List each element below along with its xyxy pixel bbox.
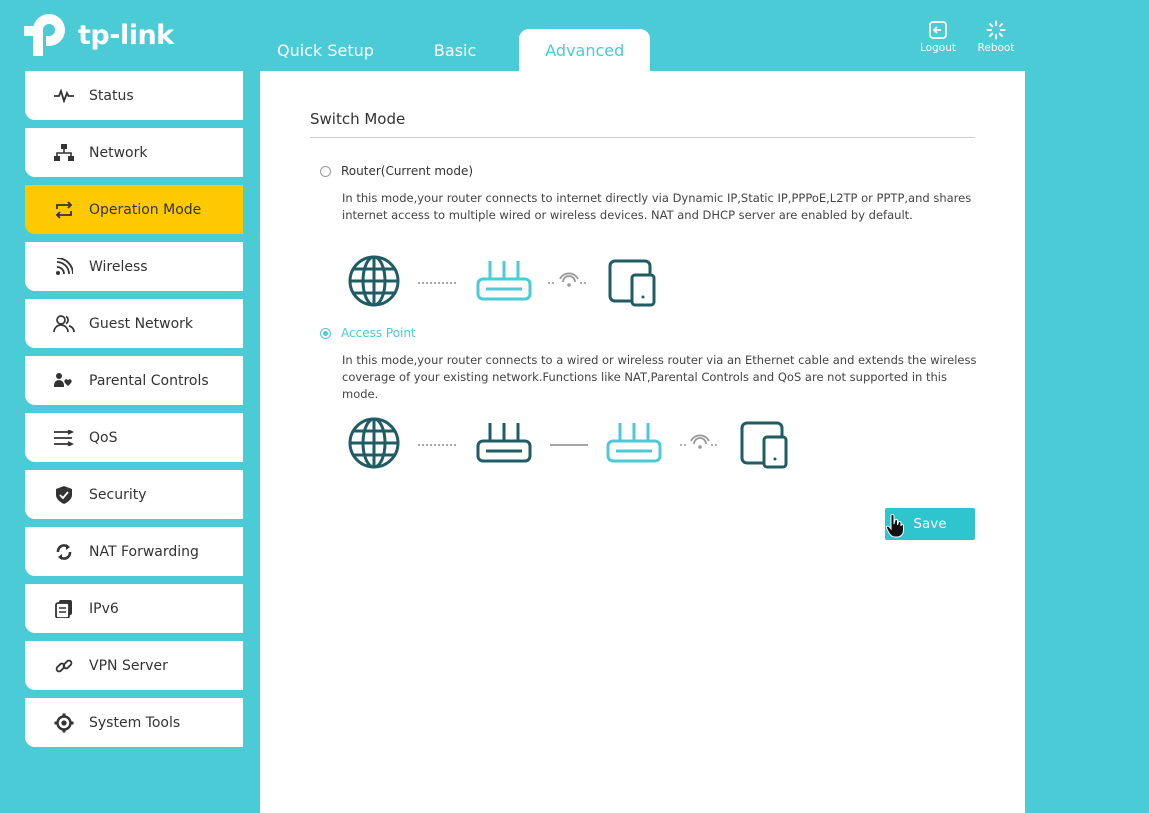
sidebar-item-guest-network[interactable]: Guest Network [25,299,243,348]
sidebar-item-status[interactable]: Status [25,71,243,120]
router-mode-label: Router(Current mode) [341,164,474,178]
ipv6-icon [53,598,75,620]
sidebar-item-label: Wireless [89,258,148,275]
reboot-icon [986,20,1006,40]
link-icon [53,655,75,677]
sidebar-nav: Status Network Operation Mode Wireless G… [25,71,243,755]
tab-quick-setup[interactable]: Quick Setup [260,29,391,71]
gear-icon [53,712,75,734]
sidebar-item-label: Network [89,144,148,161]
devices-icon [608,259,656,307]
globe-icon [348,417,400,469]
sidebar-item-security[interactable]: Security [25,470,243,519]
shield-icon [53,484,75,506]
qos-icon [53,427,75,449]
sidebar-item-vpn-server[interactable]: VPN Server [25,641,243,690]
sidebar-item-label: IPv6 [89,600,119,617]
hand-cursor-icon [886,514,904,538]
logout-button[interactable]: Logout [913,20,963,54]
sidebar-item-label: NAT Forwarding [89,543,199,560]
nat-icon [53,541,75,563]
tab-basic[interactable]: Basic [417,29,493,71]
logout-label: Logout [920,42,956,54]
sidebar-item-label: Security [89,486,147,503]
router-icon [476,261,532,301]
tp-link-logo: tp-link [24,12,174,58]
devices-icon [740,421,788,469]
router-mode-option[interactable]: Router(Current mode) [320,164,473,178]
sidebar-item-operation-mode[interactable]: Operation Mode [25,185,243,234]
sidebar-item-label: QoS [89,429,118,446]
sidebar-item-label: Parental Controls [89,372,209,389]
reboot-label: Reboot [977,42,1015,54]
access-point-radio[interactable] [320,327,331,339]
sidebar-item-label: VPN Server [89,657,168,674]
section-title: Switch Mode [310,110,406,128]
globe-icon [348,255,400,307]
brand-name: tp-link [78,19,174,51]
sidebar-item-label: Status [89,87,134,104]
access-point-diagram [348,417,788,469]
sidebar-item-ipv6[interactable]: IPv6 [25,584,243,633]
sidebar-item-qos[interactable]: QoS [25,413,243,462]
parental-icon [53,370,75,392]
tab-advanced[interactable]: Advanced [519,29,651,71]
top-tabs: Quick Setup Basic Advanced [260,29,651,71]
tp-link-logo-icon [24,14,65,56]
router-mode-description: In this mode,your router connects to int… [342,191,972,222]
sidebar-item-wireless[interactable]: Wireless [25,242,243,291]
wireless-icon [53,256,75,278]
sidebar-item-label: Guest Network [89,315,194,332]
operation-mode-icon [53,199,75,221]
pulse-icon [53,85,75,107]
router-mode-radio[interactable] [320,165,331,177]
router-icon [606,423,662,463]
access-point-description: In this mode,your router connects to a w… [342,353,977,401]
sidebar-item-label: System Tools [89,714,181,731]
sidebar-item-nat-forwarding[interactable]: NAT Forwarding [25,527,243,576]
wifi-icon [548,272,588,287]
reboot-button[interactable]: Reboot [971,20,1021,54]
router-mode-diagram [348,255,656,307]
sidebar-item-network[interactable]: Network [25,128,243,177]
wifi-icon [680,434,719,449]
logout-icon [929,21,947,39]
network-icon [53,142,75,164]
main-router-icon [476,423,532,463]
access-point-option[interactable]: Access Point [320,326,416,340]
sidebar-item-parental-controls[interactable]: Parental Controls [25,356,243,405]
sidebar-item-system-tools[interactable]: System Tools [25,698,243,747]
main-panel: Switch Mode Router(Current mode) In this… [260,71,1025,813]
sidebar-item-label: Operation Mode [89,201,202,218]
access-point-label: Access Point [341,326,416,340]
divider [310,137,975,138]
guest-icon [53,313,75,335]
